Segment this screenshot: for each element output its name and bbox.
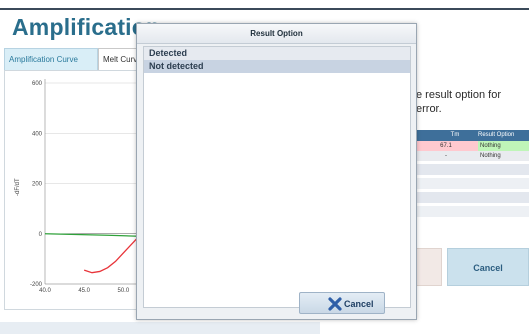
top-border	[0, 8, 529, 10]
option-not-detected[interactable]: Not detected	[144, 60, 410, 73]
y-tick-label: 600	[32, 81, 43, 87]
empty-table-row	[414, 192, 529, 203]
header-tm: Tm	[450, 132, 460, 138]
header-result-option: Result Option	[478, 132, 515, 138]
table-cell-tm: -	[445, 153, 447, 159]
y-axis-label: -dF/dT	[15, 178, 21, 196]
table-row[interactable]: - Nothing	[414, 151, 529, 161]
result-option-list: Detected Not detected	[143, 46, 411, 308]
view-tabs: Amplification Curve Melt Curve	[0, 48, 140, 70]
table-cell-result[interactable]: Nothing	[478, 151, 529, 161]
cancel-button-background[interactable]: Cancel	[447, 248, 529, 286]
table-cell-tm: 67.1	[440, 143, 452, 149]
empty-table-row	[414, 206, 529, 217]
melt-chart: 600 400 200 0 -200 40.0 45.0 50.0 -dF/dT	[4, 70, 139, 310]
y-tick-label: 0	[39, 232, 43, 238]
ok-button-obscured[interactable]	[414, 248, 442, 286]
bottom-bar	[0, 322, 320, 334]
result-table-header: Tm Result Option	[414, 130, 529, 141]
result-option-dialog: Result Option Detected Not detected Canc…	[136, 23, 417, 320]
x-tick-label: 50.0	[117, 288, 129, 294]
dialog-cancel-label: Cancel	[344, 299, 374, 309]
melt-chart-svg: 6004002000-200 40.0 45.0 50.0 -dF/dT	[15, 79, 139, 294]
dialog-title: Result Option	[137, 24, 416, 44]
table-cell-result[interactable]: Nothing	[478, 141, 529, 151]
chart-grid	[45, 82, 139, 285]
close-x-icon	[328, 297, 342, 311]
table-row[interactable]: 67.1 Nothing	[414, 141, 529, 151]
y-tick-label: 200	[32, 182, 43, 188]
option-detected[interactable]: Detected	[144, 47, 410, 60]
empty-table-row	[414, 164, 529, 175]
y-tick-label: 400	[32, 131, 43, 137]
instruction-message: e result option for error.	[416, 89, 501, 115]
x-tick-label: 40.0	[39, 288, 51, 294]
x-tick-label: 45.0	[78, 288, 90, 294]
empty-table-row	[414, 178, 529, 189]
tab-amplification-curve[interactable]: Amplification Curve	[4, 48, 98, 70]
dialog-cancel-button[interactable]: Cancel	[299, 292, 385, 314]
series-line-1	[44, 233, 139, 237]
tab-melt-curve[interactable]: Melt Curve	[98, 48, 140, 70]
series-line-0	[83, 235, 139, 274]
